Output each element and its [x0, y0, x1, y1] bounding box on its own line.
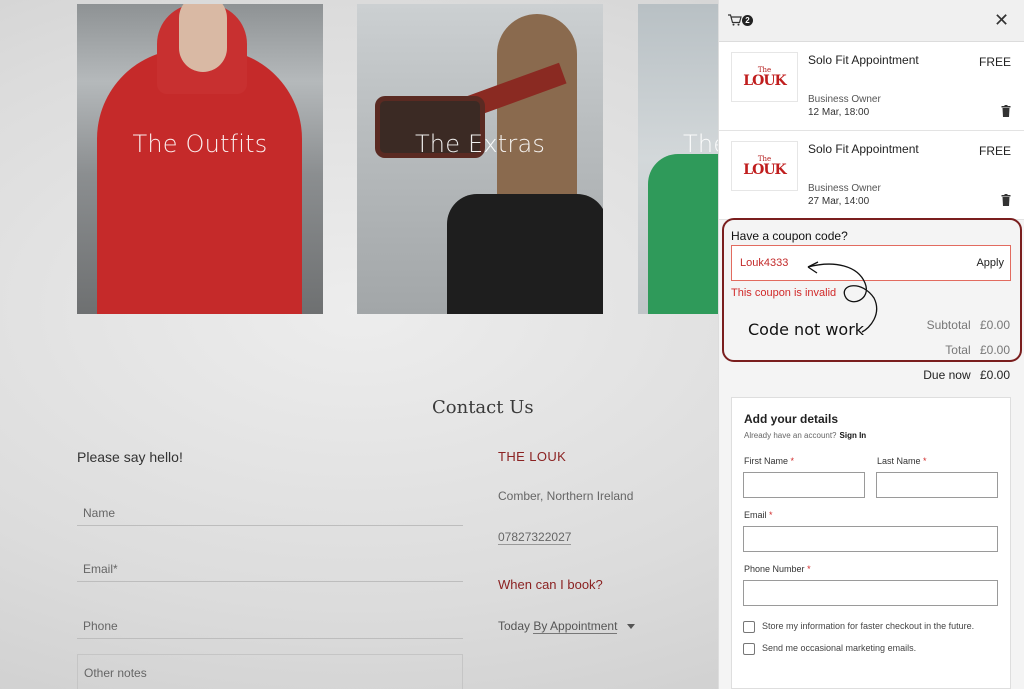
notes-textarea[interactable]: Other notes — [77, 654, 463, 689]
item-date: 12 Mar, 18:00 — [808, 107, 870, 118]
model-face — [179, 4, 227, 72]
first-name-label-text: First Name — [744, 456, 789, 466]
details-form: Add your details Already have an account… — [731, 397, 1011, 689]
trash-icon[interactable] — [1001, 194, 1011, 206]
today-label: Today — [498, 619, 531, 633]
phone-label-text: Phone Number — [744, 564, 805, 574]
name-input[interactable]: Name — [77, 506, 463, 526]
item-price: FREE — [978, 144, 1011, 158]
last-name-label-text: Last Name — [877, 456, 921, 466]
marketing-label: Send me occasional marketing emails. — [762, 643, 917, 653]
logo-louk-text: LOUK — [743, 72, 786, 89]
due-now-label: Due now — [923, 368, 971, 382]
availability-row[interactable]: Today By Appointment — [498, 619, 635, 634]
phone-input[interactable]: Phone — [77, 619, 463, 639]
email-label-text: Email — [744, 510, 767, 520]
close-icon[interactable]: ✕ — [994, 10, 1009, 31]
store-info-checkbox[interactable] — [743, 621, 755, 633]
required-mark: * — [807, 564, 811, 574]
marketing-checkbox[interactable] — [743, 643, 755, 655]
required-mark: * — [923, 456, 927, 466]
email-input[interactable] — [743, 526, 998, 552]
item-staff: Business Owner — [808, 94, 881, 105]
category-card-extras[interactable]: The Extras — [357, 4, 603, 314]
when-heading: When can I book? — [498, 577, 603, 592]
first-name-input[interactable] — [743, 472, 865, 498]
account-prompt-text: Already have an account? — [744, 431, 837, 440]
item-staff: Business Owner — [808, 183, 881, 194]
phone-number-input[interactable] — [743, 580, 998, 606]
chevron-down-icon[interactable] — [626, 624, 635, 630]
email-input[interactable]: Email* — [77, 562, 463, 582]
business-address: Comber, Northern Ireland — [498, 489, 634, 503]
item-name: Solo Fit Appointment — [808, 53, 919, 67]
email-label: Email * — [744, 510, 773, 520]
annotation-text: Code not work — [748, 320, 865, 339]
contact-title: Contact Us — [432, 397, 534, 418]
sign-in-link[interactable]: Sign In — [840, 431, 867, 440]
first-name-label: First Name * — [744, 456, 794, 466]
trash-icon[interactable] — [1001, 105, 1011, 117]
item-date: 27 Mar, 14:00 — [808, 196, 870, 207]
logo-louk-text: LOUK — [743, 161, 786, 178]
required-mark: * — [769, 510, 773, 520]
cart-header: 2 ✕ — [719, 0, 1024, 42]
business-phone-link[interactable]: 07827322027 — [498, 530, 572, 545]
cart-icon[interactable] — [728, 14, 742, 29]
cart-item: The LOUK Solo Fit Appointment FREE Busin… — [719, 131, 1024, 220]
cart-item: The LOUK Solo Fit Appointment FREE Busin… — [719, 42, 1024, 131]
phone-label: Phone Number * — [744, 564, 811, 574]
due-now-row: Due now £0.00 — [923, 368, 1010, 382]
card-label-extras: The Extras — [414, 130, 546, 158]
availability-dropdown[interactable]: By Appointment — [533, 619, 618, 634]
business-name: THE LOUK — [498, 449, 567, 464]
details-heading: Add your details — [744, 412, 839, 426]
cart-count-badge: 2 — [742, 15, 753, 26]
card-label-outfits: The Outfits — [132, 130, 268, 158]
item-price: FREE — [978, 55, 1011, 69]
category-card-third[interactable]: The — [638, 4, 728, 314]
last-name-label: Last Name * — [877, 456, 927, 466]
store-info-label: Store my information for faster checkout… — [762, 621, 975, 631]
due-now-value: £0.00 — [979, 368, 1010, 382]
category-card-outfits[interactable]: The Outfits — [77, 4, 323, 314]
louk-logo: The LOUK — [731, 52, 798, 102]
say-hello-text: Please say hello! — [77, 449, 183, 465]
required-mark: * — [790, 456, 795, 466]
coat-shape — [447, 194, 603, 314]
last-name-input[interactable] — [876, 472, 998, 498]
account-prompt: Already have an account? Sign In — [744, 431, 866, 440]
green-jacket-shape — [648, 154, 728, 314]
louk-logo: The LOUK — [731, 141, 798, 191]
item-name: Solo Fit Appointment — [808, 142, 919, 156]
